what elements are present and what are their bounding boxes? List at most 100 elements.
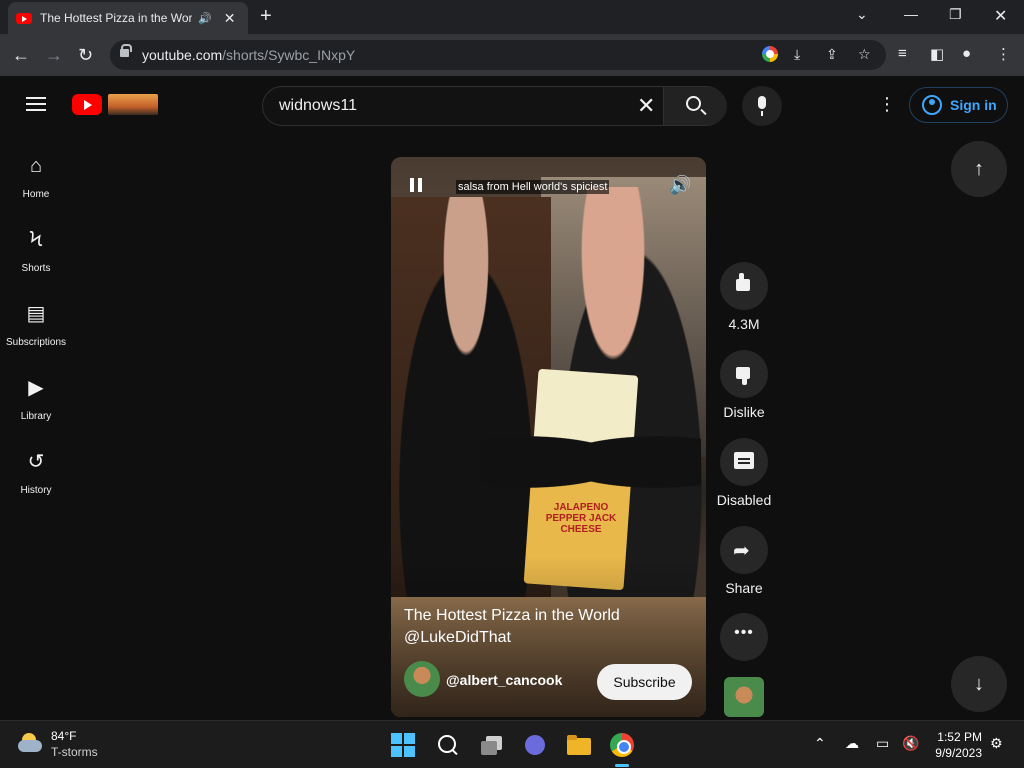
show-hidden-icons-icon[interactable]: ⌃ <box>814 735 826 752</box>
share-button[interactable]: ➦ <box>720 526 768 574</box>
shorts-icon: Ϟ <box>29 229 43 251</box>
google-lens-icon[interactable] <box>762 46 778 62</box>
short-title[interactable]: The Hottest Pizza in the World @LukeDidT… <box>404 605 694 649</box>
more-icon: ••• <box>734 624 754 641</box>
sign-in-label: Sign in <box>950 97 997 113</box>
sidebar-item-history[interactable]: ↺ History <box>0 450 72 498</box>
more-button[interactable]: ••• <box>720 613 768 661</box>
weather-icon[interactable] <box>18 731 44 755</box>
comments-button[interactable] <box>720 438 768 486</box>
sound-thumbnail[interactable] <box>724 677 764 717</box>
close-tab-icon[interactable]: ✕ <box>224 10 236 27</box>
sidebar-item-shorts[interactable]: Ϟ Shorts <box>0 228 72 276</box>
volume-muted-icon[interactable]: 🔇 <box>902 735 919 752</box>
browser-tab[interactable]: The Hottest Pizza in the Worl 🔊 ✕ <box>8 2 248 34</box>
tab-search-icon[interactable]: ⌄ <box>856 6 868 23</box>
install-icon[interactable]: ⤓ <box>794 46 800 63</box>
file-explorer-icon[interactable] <box>567 733 591 757</box>
weather-condition[interactable]: T-storms <box>51 745 98 759</box>
comments-label: Disabled <box>716 492 772 508</box>
share-action: ➦ Share <box>720 526 768 596</box>
subscriptions-icon: ▤ <box>26 303 46 325</box>
sidebar-item-home[interactable]: ⌂ Home <box>0 154 72 202</box>
comments-action: Disabled <box>717 438 771 508</box>
dislike-button[interactable] <box>720 350 768 398</box>
next-short-button[interactable]: ↓ <box>951 656 1007 712</box>
taskbar-search-icon[interactable] <box>436 733 460 757</box>
notifications-icon[interactable]: ⚙ <box>990 735 1003 752</box>
search-input[interactable]: widnows11 <box>279 97 357 115</box>
search-icon <box>686 96 701 111</box>
share-icon: ➦ <box>733 540 750 562</box>
network-icon[interactable]: ▭ <box>876 735 889 752</box>
video-gloves <box>481 417 701 507</box>
windows-start-icon[interactable] <box>391 733 415 757</box>
like-action: 4.3M <box>720 262 768 332</box>
youtube-favicon-icon <box>16 12 32 24</box>
channel-name[interactable]: @albert_cancook <box>446 672 562 688</box>
search-button[interactable] <box>663 87 727 125</box>
share-page-icon[interactable]: ⇪ <box>826 46 838 63</box>
restore-icon[interactable]: ❐ <box>949 6 962 23</box>
minimize-icon[interactable]: — <box>904 6 918 22</box>
like-button[interactable] <box>720 262 768 310</box>
search-box[interactable]: widnows11 ✕ <box>262 86 727 126</box>
short-video-player[interactable]: JALAPENO PEPPER JACK CHEESE salsa from H… <box>391 157 706 717</box>
task-view-icon[interactable] <box>480 733 504 757</box>
lock-icon[interactable] <box>120 44 132 57</box>
like-count: 4.3M <box>728 316 760 332</box>
dislike-action: Dislike <box>720 350 768 420</box>
settings-menu-icon[interactable]: ⋮ <box>878 94 896 115</box>
more-action: ••• <box>720 613 768 667</box>
subscribe-button[interactable]: Subscribe <box>597 664 692 700</box>
speaker-icon[interactable]: 🔊 <box>198 12 212 25</box>
side-panel-icon[interactable]: ◧ <box>930 45 944 63</box>
new-tab-icon[interactable]: + <box>260 5 272 28</box>
sidebar-item-subscriptions[interactable]: ▤ Subscriptions <box>0 302 72 350</box>
clock[interactable]: 1:52 PM 9/9/2023 <box>930 729 982 761</box>
share-label: Share <box>725 580 763 596</box>
reload-icon[interactable]: ↻ <box>78 45 93 66</box>
previous-short-button[interactable]: ↑ <box>951 141 1007 197</box>
menu-icon[interactable] <box>26 97 46 111</box>
sign-in-button[interactable]: Sign in <box>909 87 1008 123</box>
dislike-label: Dislike <box>723 404 765 420</box>
arrow-down-icon: ↓ <box>974 673 984 695</box>
sidebar-item-library[interactable]: ▶ Library <box>0 376 72 424</box>
volume-icon[interactable]: 🔊 <box>669 175 691 196</box>
thumbs-down-icon <box>736 367 750 379</box>
youtube-logo-icon[interactable] <box>72 94 102 115</box>
thumbs-up-icon <box>736 273 750 291</box>
forward-icon[interactable]: → <box>45 45 63 66</box>
channel-avatar[interactable] <box>404 661 440 697</box>
chrome-icon[interactable] <box>610 733 634 757</box>
active-app-indicator <box>615 764 629 767</box>
tab-title: The Hottest Pizza in the Worl <box>40 11 192 25</box>
browser-menu-icon[interactable]: ⋮ <box>996 45 1011 63</box>
reading-list-icon[interactable]: ≡ <box>898 45 907 62</box>
close-window-icon[interactable]: ✕ <box>994 6 1007 26</box>
comment-icon <box>734 452 754 469</box>
account-icon <box>922 95 942 115</box>
video-caption: salsa from Hell world's spiciest <box>456 180 610 194</box>
bookmark-star-icon[interactable]: ☆ <box>858 46 871 63</box>
youtube-doodle[interactable] <box>108 94 158 115</box>
clear-search-icon[interactable]: ✕ <box>637 93 655 119</box>
weather-temp[interactable]: 84°F <box>51 729 76 743</box>
windows-taskbar: 84°F T-storms ⌃ ☁ ▭ 🔇 1:52 PM 9/9/2023 ⚙ <box>0 720 1024 768</box>
back-icon[interactable]: ← <box>12 45 30 66</box>
arrow-up-icon: ↑ <box>974 158 984 180</box>
browser-tab-bar: The Hottest Pizza in the Worl 🔊 ✕ + ⌄ — … <box>0 0 1024 34</box>
youtube-header: widnows11 ✕ ⋮ Sign in <box>0 76 1024 132</box>
browser-toolbar: ← → ↻ youtube.com/shorts/Sywbc_INxpY ⤓ ⇪… <box>0 34 1024 76</box>
url-text[interactable]: youtube.com/shorts/Sywbc_INxpY <box>142 47 355 63</box>
home-icon: ⌂ <box>29 155 43 177</box>
profile-icon[interactable]: ● <box>962 45 971 62</box>
library-icon: ▶ <box>28 377 44 399</box>
pause-icon[interactable] <box>410 178 422 192</box>
voice-search-icon[interactable] <box>742 86 782 126</box>
address-bar[interactable]: youtube.com/shorts/Sywbc_INxpY ⤓ ⇪ ☆ <box>110 40 886 70</box>
history-icon: ↺ <box>27 451 45 473</box>
onedrive-icon[interactable]: ☁ <box>845 735 859 752</box>
chat-icon[interactable] <box>523 733 547 757</box>
